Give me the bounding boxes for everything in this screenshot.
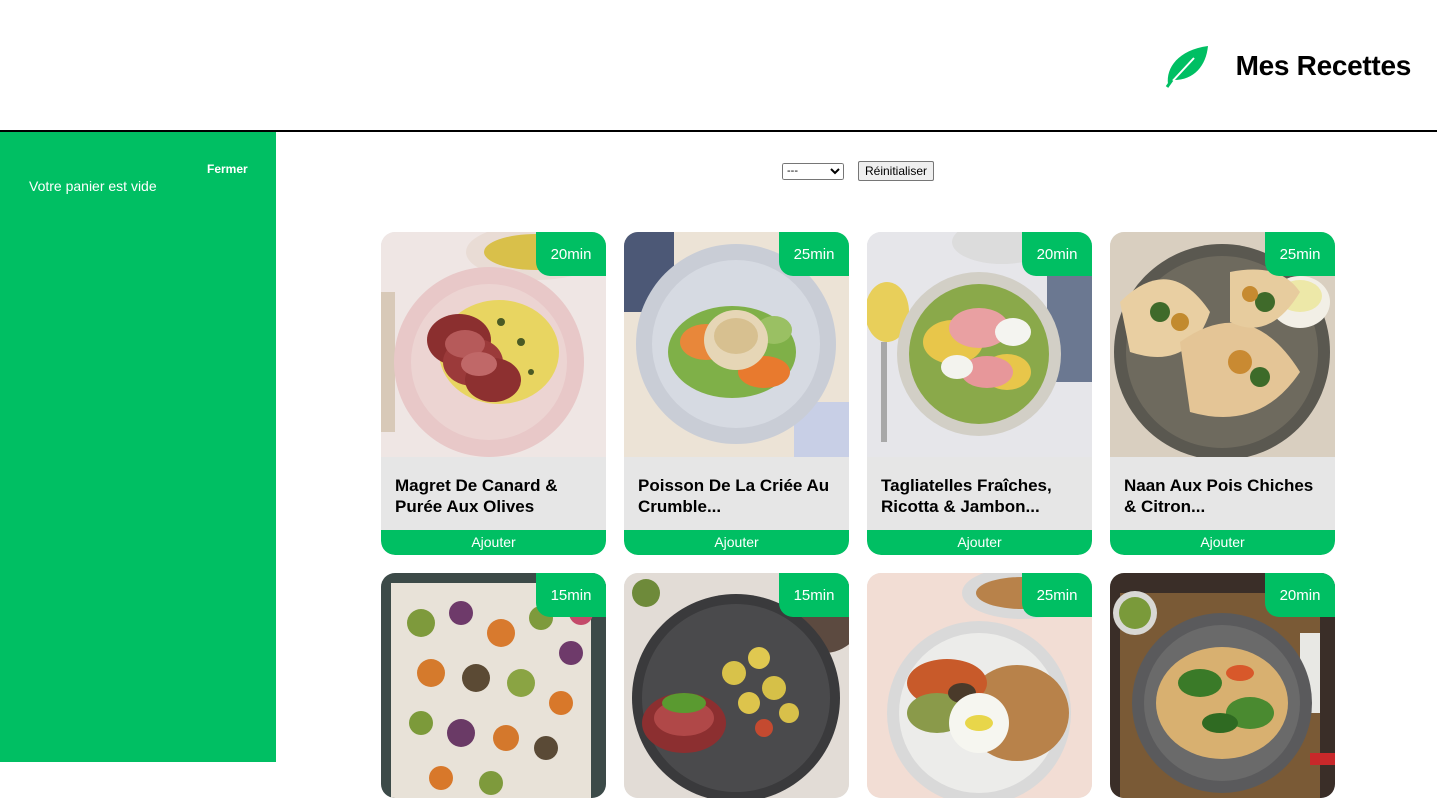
add-to-cart-button[interactable]: Ajouter bbox=[381, 530, 606, 555]
cooking-time-badge: 20min bbox=[1022, 232, 1092, 276]
cooking-time-badge: 20min bbox=[1265, 573, 1335, 617]
recipe-image: 25min bbox=[624, 232, 849, 457]
recipe-card[interactable]: 20min Magret De Canard & Purée Aux Olive… bbox=[381, 232, 606, 555]
recipe-image: 20min bbox=[867, 232, 1092, 457]
cart-empty-message: Votre panier est vide bbox=[29, 178, 157, 194]
recipe-image: 20min bbox=[1110, 573, 1335, 798]
reset-button[interactable]: Réinitialiser bbox=[858, 161, 935, 181]
cooking-time-badge: 20min bbox=[536, 232, 606, 276]
recipe-card[interactable]: 20min Tagliatelles Fraîches, Ricotta & J… bbox=[867, 232, 1092, 555]
leaf-logo-icon bbox=[1165, 46, 1208, 88]
add-to-cart-button[interactable]: Ajouter bbox=[624, 530, 849, 555]
recipe-title: Magret De Canard & Purée Aux Olives bbox=[395, 476, 558, 516]
recipe-title: Tagliatelles Fraîches, Ricotta & Jambon.… bbox=[881, 476, 1052, 516]
cooking-time-badge: 25min bbox=[1022, 573, 1092, 617]
recipe-card[interactable]: 15min bbox=[624, 573, 849, 798]
cooking-time-badge: 25min bbox=[779, 232, 849, 276]
brand: Mes Recettes bbox=[1164, 44, 1411, 88]
recipe-card[interactable]: 25min Poisson De La Criée Au Crumble... … bbox=[624, 232, 849, 555]
recipe-card[interactable]: 15min bbox=[381, 573, 606, 798]
add-to-cart-button[interactable]: Ajouter bbox=[1110, 530, 1335, 555]
recipe-title: Poisson De La Criée Au Crumble... bbox=[638, 476, 830, 516]
recipe-image: 25min bbox=[1110, 232, 1335, 457]
recipe-title: Naan Aux Pois Chiches & Citron... bbox=[1124, 476, 1314, 516]
page-title: Mes Recettes bbox=[1235, 50, 1412, 81]
recipe-card[interactable]: 25min Naan Aux Pois Chiches & Citron... … bbox=[1110, 232, 1335, 555]
filter-select[interactable]: --- bbox=[782, 162, 844, 180]
cooking-time-badge: 25min bbox=[1265, 232, 1335, 276]
recipe-card[interactable]: 20min bbox=[1110, 573, 1335, 798]
cooking-time-badge: 15min bbox=[536, 573, 606, 617]
filter-controls: --- Réinitialiser bbox=[782, 161, 935, 181]
recipe-image: 15min bbox=[624, 573, 849, 798]
recipe-image: 15min bbox=[381, 573, 606, 798]
cart-sidebar: Fermer Votre panier est vide bbox=[0, 132, 276, 762]
app-header: Mes Recettes bbox=[0, 0, 1437, 132]
cooking-time-badge: 15min bbox=[779, 573, 849, 617]
recipe-image: 25min bbox=[867, 573, 1092, 798]
recipe-card[interactable]: 25min bbox=[867, 573, 1092, 798]
recipe-image: 20min bbox=[381, 232, 606, 457]
close-cart-button[interactable]: Fermer bbox=[207, 162, 248, 176]
add-to-cart-button[interactable]: Ajouter bbox=[867, 530, 1092, 555]
